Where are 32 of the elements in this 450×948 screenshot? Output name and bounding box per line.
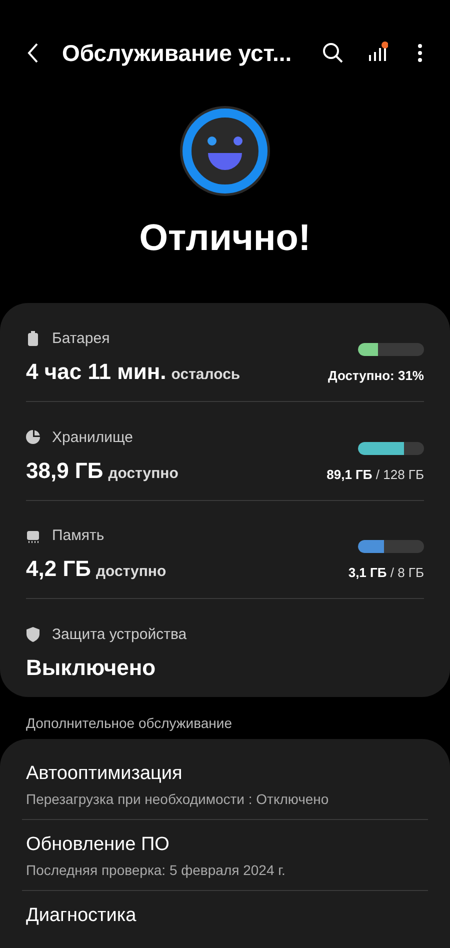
value-suffix: осталось <box>171 366 240 383</box>
more-icon[interactable] <box>416 42 424 64</box>
status-row[interactable]: Память 4,2 ГБ доступно 3,1 ГБ / 8 ГБ <box>26 500 424 598</box>
row-label: Хранилище <box>52 428 133 446</box>
row-value: Выключено <box>26 655 156 681</box>
status-heading: Отлично! <box>139 217 311 259</box>
row-label: Батарея <box>52 330 110 347</box>
value-suffix: доступно <box>96 563 166 580</box>
row-value: 4 час 11 мин. <box>26 358 166 385</box>
search-icon[interactable] <box>322 42 344 64</box>
pie-chart-icon <box>26 430 40 444</box>
list-item[interactable]: Обновление ПО Последняя проверка: 5 февраля 2024 г. <box>22 820 428 890</box>
status-row[interactable]: Защита устройства Выключено <box>26 599 424 697</box>
usage-reading: 3,1 ГБ / 8 ГБ <box>348 565 424 580</box>
row-label: Память <box>52 527 104 544</box>
usage-reading: 89,1 ГБ / 128 ГБ <box>326 466 424 482</box>
status-row[interactable]: Батарея 4 час 11 мин. осталось Доступно: 31% <box>26 303 424 401</box>
usage-reading: Доступно: 31% <box>328 368 424 383</box>
back-icon[interactable] <box>26 42 40 64</box>
chip-icon <box>26 528 40 543</box>
row-label: Защита устройства <box>52 626 187 643</box>
list-item[interactable]: Автооптимизация Перезагрузка при необходимости : Отключено <box>22 749 428 819</box>
battery-icon <box>26 330 40 346</box>
status-row[interactable]: Хранилище 38,9 ГБ доступно 89,1 ГБ / 128 ГБ <box>26 402 424 500</box>
shield-icon <box>26 627 40 642</box>
screen-title: Обслуживание уст... <box>62 40 293 66</box>
section-heading: Дополнительное обслуживание <box>25 714 234 733</box>
row-value: 38,9 ГБ <box>26 458 104 484</box>
value-suffix: доступно <box>108 464 178 482</box>
smiley-icon <box>179 105 271 197</box>
list-item[interactable]: Диагностика <box>22 891 428 939</box>
row-value: 4,2 ГБ <box>26 556 91 582</box>
